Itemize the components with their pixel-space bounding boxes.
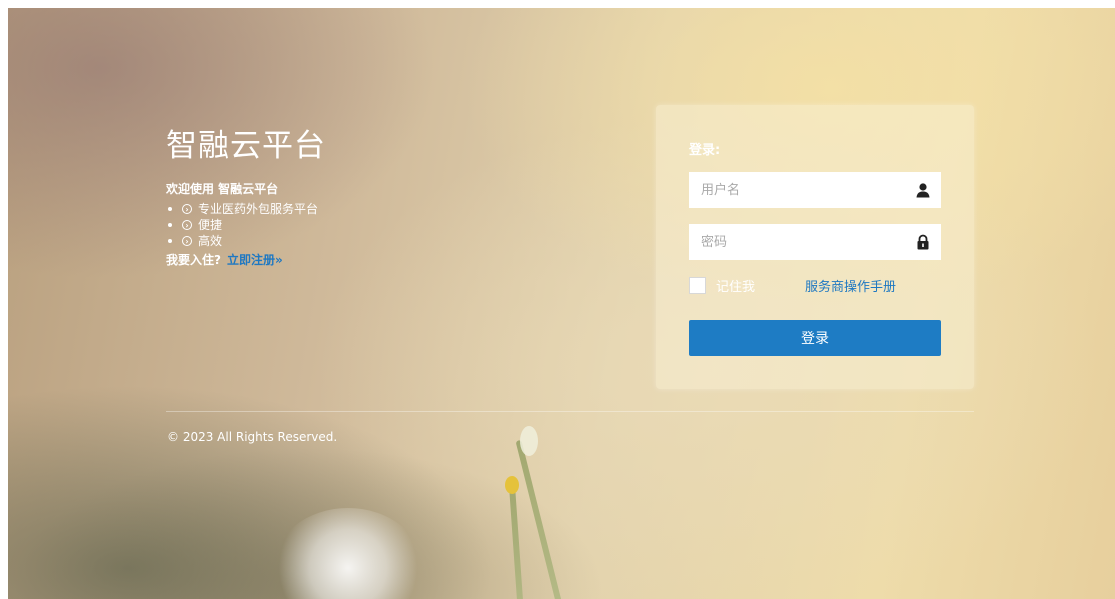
copyright-text: © 2023 All Rights Reserved. [167, 430, 338, 444]
circle-arrow-icon: › [182, 236, 192, 246]
feature-label: 高效 [198, 234, 223, 248]
password-input[interactable] [689, 224, 901, 260]
brand-section: 智融云平台 欢迎使用 智融云平台 › 专业医药外包服务平台 › 便捷 › 高效 … [166, 126, 326, 268]
password-field [689, 224, 941, 260]
brand-title: 智融云平台 [166, 128, 326, 164]
login-page: 智融云平台 欢迎使用 智融云平台 › 专业医药外包服务平台 › 便捷 › 高效 … [8, 8, 1115, 599]
username-field [689, 172, 941, 208]
bullet-dot [168, 223, 172, 227]
remember-row: 记住我 [689, 276, 756, 295]
welcome-text: 欢迎使用 智融云平台 [166, 182, 279, 196]
background-flower-bud [505, 476, 519, 494]
username-input[interactable] [689, 172, 901, 208]
login-panel: 登录: 记住我 服务商操作手册 登录 [656, 105, 974, 389]
background-flower-bud [520, 426, 538, 456]
background-flower-stem [515, 439, 563, 599]
feature-list: › 专业医药外包服务平台 › 便捷 › 高效 [166, 201, 326, 249]
feature-item: › 便捷 [166, 217, 326, 233]
feature-label: 专业医药外包服务平台 [198, 202, 319, 216]
background-flower-stem [508, 477, 524, 599]
background-dandelion [273, 508, 423, 599]
circle-arrow-icon: › [182, 204, 192, 214]
feature-label: 便捷 [198, 218, 223, 232]
provider-manual-link[interactable]: 服务商操作手册 [805, 276, 896, 295]
footer-divider [166, 411, 974, 412]
login-heading: 登录: [689, 143, 721, 158]
bullet-dot [168, 239, 172, 243]
circle-arrow-icon: › [182, 220, 192, 230]
lock-icon [917, 234, 929, 250]
login-button[interactable]: 登录 [689, 320, 941, 356]
user-icon [916, 183, 930, 198]
feature-item: › 专业医药外包服务平台 [166, 201, 326, 217]
register-link[interactable]: 立即注册» [227, 253, 283, 267]
bullet-dot [168, 207, 172, 211]
feature-item: › 高效 [166, 233, 326, 249]
remember-label: 记住我 [716, 279, 756, 295]
register-line: 我要入住? 立即注册» [166, 251, 326, 268]
register-prompt: 我要入住? [166, 253, 221, 267]
remember-checkbox[interactable] [689, 276, 706, 294]
